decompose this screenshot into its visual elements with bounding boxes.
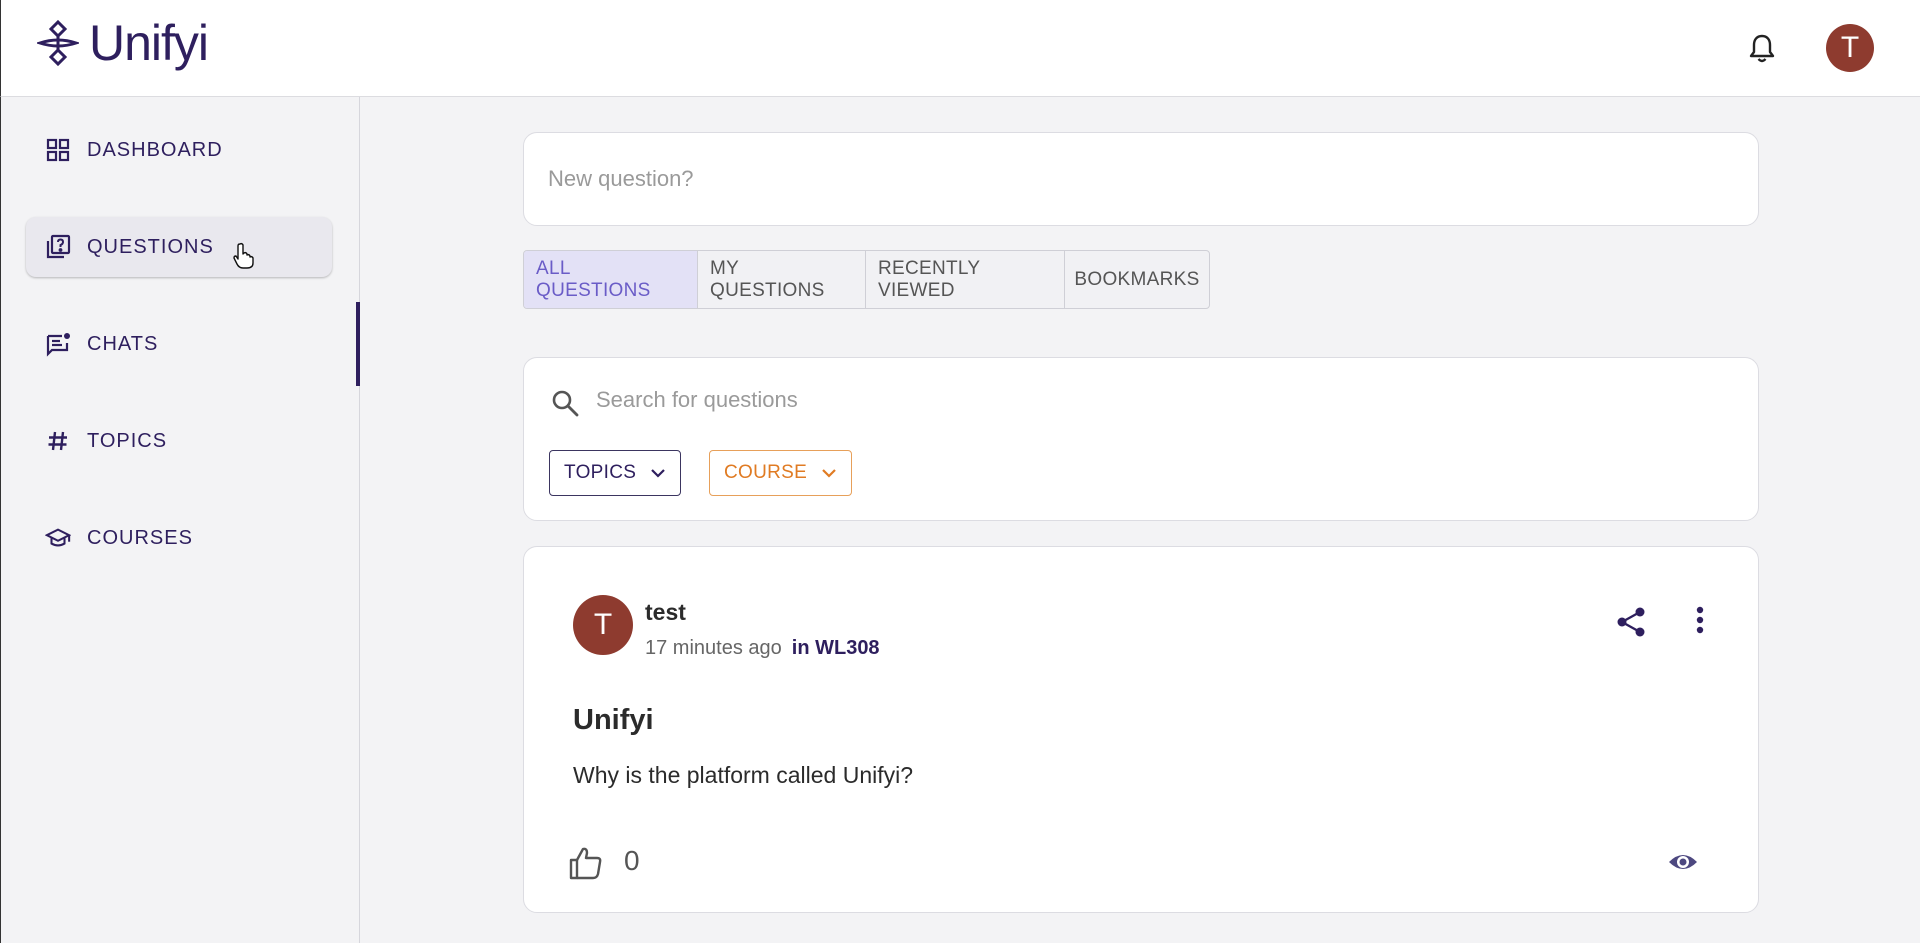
chevron-down-icon [651, 469, 665, 478]
user-avatar[interactable]: T [1826, 24, 1874, 72]
sidebar-item-label: COURSES [87, 526, 193, 549]
sidebar-item-label: CHATS [87, 332, 159, 355]
post-meta: 17 minutes ago in WL308 [645, 637, 880, 660]
app-logo[interactable]: Unifyi [37, 14, 209, 72]
tab-my-questions[interactable]: MY QUESTIONS [698, 251, 866, 308]
hand-cursor-icon [233, 242, 254, 269]
search-icon [552, 390, 579, 417]
grid-icon [45, 137, 71, 163]
tab-recently-viewed[interactable]: RECENTLY VIEWED [866, 251, 1065, 308]
unifyi-logo-icon [37, 19, 79, 67]
sidebar-item-dashboard[interactable]: DASHBOARD [26, 120, 332, 180]
course-filter-dropdown[interactable]: COURSE [709, 450, 853, 496]
author-avatar[interactable]: T [573, 595, 633, 655]
search-input[interactable] [596, 380, 1696, 420]
app-name: Unifyi [89, 15, 209, 71]
more-vertical-icon[interactable] [1692, 605, 1708, 639]
post-course-link[interactable]: in WL308 [792, 637, 880, 660]
active-nav-indicator [356, 302, 360, 386]
sidebar-item-topics[interactable]: TOPICS [26, 411, 332, 471]
post-title[interactable]: Unifyi [573, 704, 654, 737]
eye-icon[interactable] [1668, 847, 1698, 877]
course-filter-label: COURSE [724, 462, 808, 483]
graduation-cap-icon [45, 525, 71, 551]
chat-icon [45, 331, 71, 357]
sidebar-item-label: QUESTIONS [87, 235, 214, 258]
chevron-down-icon [822, 469, 836, 478]
bell-icon[interactable] [1747, 33, 1777, 65]
sidebar-item-courses[interactable]: COURSES [26, 508, 332, 568]
sidebar-item-label: TOPICS [87, 429, 168, 452]
sidebar-item-chats[interactable]: CHATS [26, 314, 332, 374]
sidebar-item-label: DASHBOARD [87, 138, 223, 161]
top-header: Unifyi T [0, 0, 1920, 97]
post-timestamp: 17 minutes ago [645, 637, 782, 659]
tab-all-questions[interactable]: ALL QUESTIONS [524, 251, 698, 308]
tab-bookmarks[interactable]: BOOKMARKS [1065, 251, 1209, 308]
thumbs-up-icon[interactable] [568, 845, 604, 881]
topics-filter-dropdown[interactable]: TOPICS [549, 450, 682, 496]
author-avatar-initial: T [593, 608, 613, 641]
post-author[interactable]: test [645, 599, 686, 626]
question-tabs: ALL QUESTIONS MY QUESTIONS RECENTLY VIEW… [523, 250, 1210, 309]
search-card: TOPICS COURSE [523, 357, 1759, 521]
user-avatar-initial: T [1840, 31, 1860, 64]
new-question-card [523, 132, 1759, 226]
post-body: Why is the platform called Unifyi? [573, 762, 914, 788]
sidebar: DASHBOARD QUESTIONS CHATS TOPICS COURSES [0, 97, 360, 943]
share-icon[interactable] [1614, 605, 1648, 639]
sidebar-item-questions[interactable]: QUESTIONS [26, 217, 332, 277]
new-question-input[interactable] [548, 161, 1728, 197]
question-book-icon [45, 234, 71, 260]
topics-filter-label: TOPICS [564, 462, 637, 483]
like-count: 0 [624, 845, 640, 876]
question-post-card[interactable]: T test 17 minutes ago in WL308 Unifyi Wh… [523, 546, 1759, 913]
hashtag-icon [45, 428, 71, 454]
